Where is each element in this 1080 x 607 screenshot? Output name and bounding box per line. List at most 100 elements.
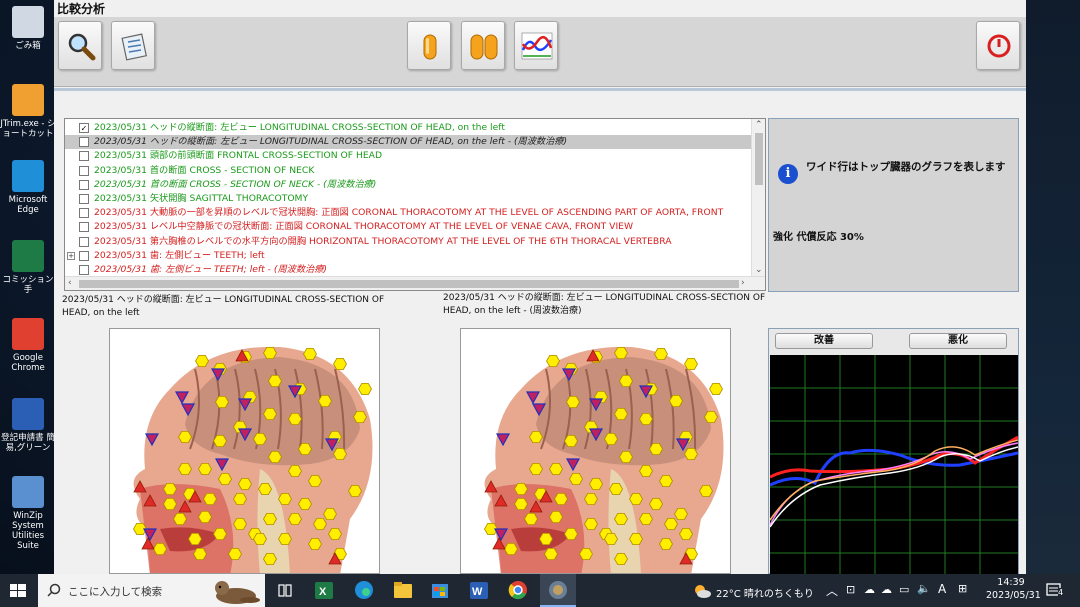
search-placeholder: ここに入力して検索 (68, 586, 163, 598)
excel-taskbar-button[interactable]: X (314, 574, 334, 607)
report-list[interactable]: ✓ 2023/05/31 ヘッドの縦断面: 左ビュー LONGITUDINAL C… (64, 118, 766, 291)
marker-hexagon (203, 492, 217, 506)
scroll-down-arrow-icon[interactable]: ⌄ (755, 265, 763, 275)
marker-hexagon (353, 411, 367, 423)
marker-hexagon (218, 472, 232, 486)
word-taskbar-button[interactable]: W (469, 574, 489, 607)
report-row[interactable]: 2023/05/31 首の断面 CROSS - SECTION OF NECK (65, 164, 751, 178)
report-row[interactable]: 2023/05/31 第六胸椎のレベルでの水平方向の開胸 HORIZONTAL … (65, 235, 751, 249)
row-text: 2023/05/31 ヘッドの縦断面: 左ビュー LONGITUDINAL CR… (94, 122, 505, 133)
edge-taskbar-button[interactable] (353, 574, 375, 607)
notification-center-button[interactable]: 4 (1046, 582, 1066, 600)
desktop-icon[interactable]: JTrim.exe - ショートカット (0, 84, 56, 139)
toolbar (54, 17, 1026, 87)
active-app-taskbar-button[interactable] (540, 574, 576, 607)
power-button[interactable] (976, 21, 1020, 70)
report-row[interactable]: 2023/05/31 歯: 左側ビュー TEETH; left - (周波数治療… (65, 263, 751, 277)
sync-cloud-icon[interactable]: ☁ (881, 583, 892, 596)
svg-text:X: X (319, 586, 327, 598)
marker-hexagon (228, 547, 242, 561)
vertical-scrollbar[interactable]: ⌃ ⌄ (751, 119, 765, 278)
row-text: 2023/05/31 ヘッドの縦断面: 左ビュー LONGITUDINAL CR… (94, 136, 568, 148)
marker-hexagon (358, 383, 372, 395)
marker-hexagon (614, 512, 628, 526)
report-row[interactable]: 2023/05/31 レベル中空静脈での冠状断面: 正面図 CORONAL TH… (65, 220, 751, 234)
ime-mode-icon[interactable]: A (938, 582, 946, 596)
row-checkbox[interactable]: ✓ (79, 123, 89, 133)
marker-hexagon (584, 517, 598, 531)
window-title: 比較分析 (57, 2, 106, 16)
report-row[interactable]: 2023/05/31 首の断面 CROSS - SECTION OF NECK … (65, 178, 751, 192)
task-view-button[interactable] (277, 574, 293, 607)
row-checkbox[interactable] (79, 194, 89, 204)
onedrive-cloud-icon[interactable]: ☁ (864, 583, 875, 596)
single-capsule-button[interactable] (407, 21, 451, 70)
left-anatomy-image (109, 328, 380, 574)
clock[interactable]: 14:39 2023/05/31 (986, 577, 1041, 602)
row-checkbox[interactable] (79, 265, 89, 275)
report-row[interactable]: 2023/05/31 大動脈の一部を昇順のレベルで冠状開胸: 正面図 CORON… (65, 206, 751, 220)
wave-graph-button[interactable] (514, 21, 558, 70)
row-checkbox[interactable] (79, 222, 89, 233)
desktop-app-icon (12, 160, 44, 192)
marker-hexagon (348, 484, 362, 498)
start-button[interactable] (8, 574, 30, 607)
desktop-icon[interactable]: コミッション手 (0, 240, 56, 295)
worsen-button[interactable]: 悪化 (909, 333, 1007, 349)
row-checkbox[interactable] (79, 250, 89, 261)
tray-chevron-icon[interactable]: ︿ (826, 582, 838, 599)
marker-hexagon (546, 354, 560, 367)
marker-hexagon (163, 497, 177, 511)
row-checkbox[interactable] (79, 179, 89, 190)
marker-hexagon (288, 512, 302, 526)
scroll-up-arrow-icon[interactable]: ⌃ (755, 120, 763, 130)
notification-badge: 4 (1058, 588, 1064, 597)
notes-button[interactable] (111, 21, 155, 70)
volume-icon[interactable]: 🔈 (917, 582, 931, 595)
report-row[interactable]: 2023/05/31 頭部の前頭断面 FRONTAL CROSS-SECTION… (65, 149, 751, 163)
marker-hexagon (193, 547, 207, 561)
desktop-icon[interactable]: Google Chrome (0, 318, 56, 373)
taskbar-search[interactable]: ここに入力して検索 (38, 574, 265, 607)
row-checkbox[interactable] (79, 165, 89, 176)
marker-hexagon (333, 357, 347, 370)
desktop-app-icon (12, 240, 44, 272)
double-capsule-button[interactable] (461, 21, 505, 70)
scroll-left-arrow-icon[interactable]: ‹ (68, 278, 72, 288)
report-row[interactable]: +2023/05/31 歯: 左側ビュー TEETH; left (65, 249, 751, 263)
chrome-taskbar-button[interactable] (507, 574, 529, 607)
meet-now-icon[interactable]: ⊡ (846, 583, 855, 596)
row-checkbox[interactable] (79, 208, 89, 219)
desktop-icon[interactable]: Microsoft Edge (0, 160, 56, 215)
marker-hexagon (544, 547, 558, 561)
report-row[interactable]: ✓ 2023/05/31 ヘッドの縦断面: 左ビュー LONGITUDINAL C… (65, 121, 751, 135)
report-row[interactable]: 2023/05/31 矢状開胸 SAGITTAL THORACOTOMY (65, 192, 751, 206)
marker-hexagon (318, 395, 332, 407)
ime-options-icon[interactable]: ⊞ (958, 582, 967, 595)
network-icon[interactable]: ▭ (899, 583, 909, 596)
row-checkbox[interactable] (79, 236, 89, 247)
marker-hexagon (669, 395, 683, 407)
scroll-right-arrow-icon[interactable]: › (741, 278, 745, 288)
info-message: ワイド行はトップ臓器のグラフを表します (806, 161, 1006, 173)
row-checkbox[interactable] (79, 137, 89, 148)
windows-logo-icon (10, 584, 26, 597)
row-checkbox[interactable] (79, 151, 89, 162)
graph-panel: 改善 悪化 (768, 328, 1019, 574)
report-row[interactable]: 2023/05/31 ヘッドの縦断面: 左ビュー LONGITUDINAL CR… (65, 135, 751, 150)
search-button[interactable] (58, 21, 102, 70)
horizontal-scroll-thumb[interactable] (79, 280, 739, 288)
marker-hexagon (649, 497, 663, 511)
marker-hexagon (609, 482, 623, 496)
desktop-icon[interactable]: WinZip System Utilities Suite (0, 476, 56, 551)
desktop-icon[interactable]: ごみ箱 (0, 6, 56, 51)
vertical-scroll-thumb[interactable] (755, 133, 763, 185)
trend-graph (769, 355, 1019, 574)
desktop-icon[interactable]: 登記申請書 簡易,グリーン (0, 398, 56, 453)
expand-icon[interactable]: + (67, 251, 75, 260)
improve-button[interactable]: 改善 (775, 333, 873, 349)
file-explorer-button[interactable] (393, 574, 413, 607)
horizontal-scrollbar[interactable]: ‹ › (65, 276, 765, 290)
store-button[interactable] (430, 574, 450, 607)
marker-hexagon (198, 510, 212, 524)
